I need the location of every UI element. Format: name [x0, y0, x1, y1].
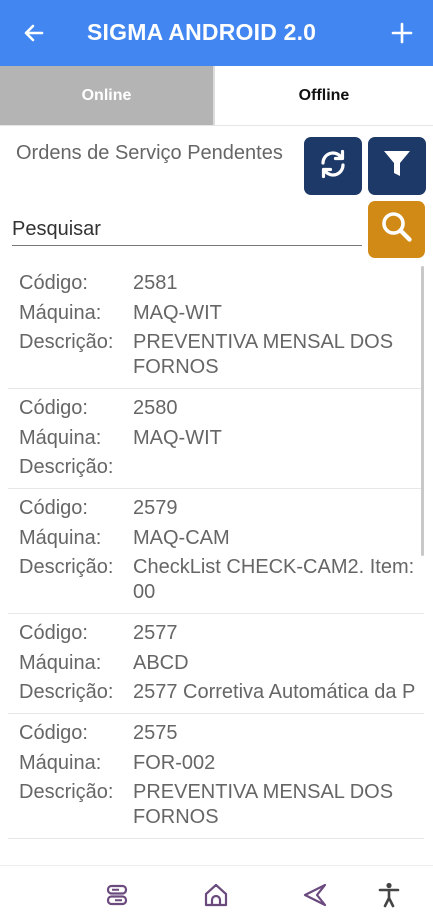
order-code-value: 2580 [133, 397, 178, 419]
server-icon[interactable] [103, 880, 131, 910]
order-machine-value: MAQ-CAM [133, 526, 230, 549]
order-description-row: Descrição: PREVENTIVA MENSAL DOS FORNOS [8, 330, 424, 380]
order-description-row: Descrição: PREVENTIVA MENSAL DOS FORNOS [8, 780, 424, 830]
order-code-value: 2579 [133, 497, 178, 519]
order-description-row: Descrição: 2577 Corretiva Automática da P [8, 680, 424, 705]
app-bar: SIGMA ANDROID 2.0 [0, 0, 433, 66]
order-description-label: Descrição: [19, 331, 114, 353]
order-code-row: Código: 2581 [8, 271, 424, 296]
search-icon [380, 210, 414, 249]
order-machine-label: Máquina: [19, 426, 102, 449]
order-list-item[interactable]: Código: 2581 Máquina: MAQ-WIT Descrição: PREV… [8, 264, 424, 389]
sync-icon [315, 146, 351, 187]
tab-online[interactable]: Online [0, 66, 215, 125]
order-description-label: Descrição: [19, 781, 114, 803]
order-list[interactable]: Código: 2581 Máquina: MAQ-WIT Descrição: PREV… [8, 264, 424, 864]
order-machine-value: MAQ-WIT [133, 426, 222, 449]
order-list-item[interactable]: Código: 2579 Máquina: MAQ-CAM Descrição: Chec… [8, 489, 424, 614]
order-machine-value: MAQ-WIT [133, 301, 222, 324]
order-code-value: 2581 [133, 272, 178, 294]
order-code-label: Código: [19, 622, 88, 644]
order-description-value: PREVENTIVA MENSAL DOS FORNOS [133, 781, 394, 828]
back-triangle-icon[interactable] [301, 880, 329, 910]
tab-bar: Online Offline [0, 66, 433, 126]
plus-icon[interactable] [390, 21, 414, 45]
order-code-value: 2577 [133, 622, 178, 644]
order-machine-value: ABCD [133, 651, 189, 674]
order-description-label: Descrição: [19, 456, 114, 478]
order-machine-row: Máquina: FOR-002 [8, 751, 424, 776]
order-description-value: CheckList CHECK-CAM2. Item: 00 [133, 556, 415, 603]
order-list-item[interactable]: Código: 2577 Máquina: ABCD Descrição: 2577 Co… [8, 614, 424, 714]
order-machine-label: Máquina: [19, 751, 102, 774]
order-machine-label: Máquina: [19, 651, 102, 674]
order-code-row: Código: 2579 [8, 496, 424, 521]
order-machine-label: Máquina: [19, 301, 102, 324]
section-title: Ordens de Serviço Pendentes [16, 142, 283, 164]
order-description-label: Descrição: [19, 556, 114, 578]
list-scrollbar[interactable] [421, 266, 424, 556]
order-list-item[interactable]: Código: 2575 Máquina: FOR-002 Descrição: PREV… [8, 714, 424, 839]
order-description-value: 2577 Corretiva Automática da P [133, 681, 416, 703]
order-description-row: Descrição: [8, 455, 424, 480]
bottom-navigation [0, 865, 433, 924]
order-description-value: PREVENTIVA MENSAL DOS FORNOS [133, 331, 394, 378]
order-code-label: Código: [19, 722, 88, 744]
order-code-label: Código: [19, 397, 88, 419]
order-code-label: Código: [19, 272, 88, 294]
order-description-row: Descrição: CheckList CHECK-CAM2. Item: 00 [8, 555, 424, 605]
order-machine-label: Máquina: [19, 526, 102, 549]
search-button[interactable] [368, 201, 425, 258]
order-machine-row: Máquina: MAQ-WIT [8, 426, 424, 451]
accessibility-icon[interactable] [375, 880, 403, 910]
order-list-item[interactable]: Código: 2580 Máquina: MAQ-WIT Descrição: [8, 389, 424, 489]
app-title: SIGMA ANDROID 2.0 [87, 19, 317, 45]
order-code-value: 2575 [133, 722, 178, 744]
filter-icon [382, 148, 412, 185]
home-icon[interactable] [202, 880, 230, 910]
order-code-row: Código: 2580 [8, 396, 424, 421]
arrow-left-icon[interactable] [22, 21, 46, 45]
sync-button[interactable] [304, 137, 362, 195]
filter-button[interactable] [368, 137, 426, 195]
tab-offline[interactable]: Offline [215, 66, 433, 125]
order-code-label: Código: [19, 497, 88, 519]
order-machine-row: Máquina: ABCD [8, 651, 424, 676]
order-machine-value: FOR-002 [133, 751, 216, 774]
search-input[interactable] [12, 213, 362, 246]
order-description-label: Descrição: [19, 681, 114, 703]
order-machine-row: Máquina: MAQ-WIT [8, 301, 424, 326]
order-code-row: Código: 2577 [8, 621, 424, 646]
order-machine-row: Máquina: MAQ-CAM [8, 526, 424, 551]
order-code-row: Código: 2575 [8, 721, 424, 746]
order-description-value [133, 455, 424, 480]
